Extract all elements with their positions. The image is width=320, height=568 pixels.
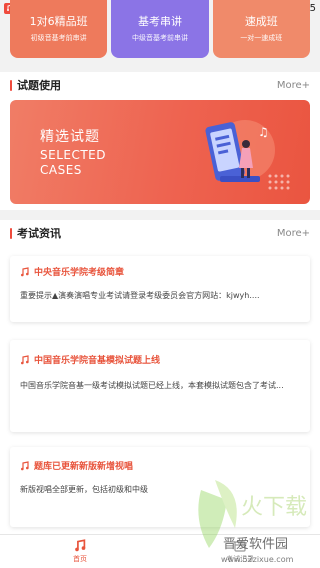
news-title: 题库已更新新版新增视唱 (34, 462, 134, 472)
music-note-icon (21, 460, 29, 470)
course-card-crash[interactable]: 速成班 一对一速成班 (212, 0, 310, 58)
phone-illustration-icon: ♫ (205, 120, 290, 190)
course-title: 速成班 (244, 15, 278, 28)
news-desc: 重要提示▲演奏演唱专业考试请登录考级委员会官方网站：kjwyh.... (20, 291, 260, 300)
questions-section-header: 试题使用 More+ (0, 72, 320, 98)
course-cards: 1对6精品班 初级音基考前串讲 基考串讲 中级音基考前串讲 速成班 一对一速成班 (10, 0, 310, 58)
watermark-url: www.52zixue.com (221, 555, 294, 564)
section-accent-bar (10, 79, 12, 91)
music-note-icon (21, 354, 29, 364)
section-accent-bar (10, 227, 12, 239)
music-note-icon (74, 539, 85, 552)
tab-home[interactable]: 首页 (0, 535, 160, 568)
tab-label: 首页 (73, 555, 87, 563)
course-subtitle: 一对一速成班 (240, 34, 283, 42)
watermark-brand: 晋爱软件园 (223, 537, 288, 552)
banner-subtitle-line2: CASES (40, 163, 82, 177)
section-title: 考试资讯 (17, 227, 61, 240)
news-desc: 中国音乐学院音基一级考试模拟试题已经上线，本套模拟试题包含了考试... (20, 381, 284, 390)
course-title: 1对6精品班 (29, 15, 88, 28)
news-more-link[interactable]: More+ (277, 228, 310, 239)
news-item[interactable]: 中央音乐学院考级简章 重要提示▲演奏演唱专业考试请登录考级委员会官方网站：kjw… (10, 256, 310, 322)
news-section-header: 考试资讯 More+ (0, 220, 320, 246)
questions-more-link[interactable]: More+ (277, 80, 310, 91)
news-title: 中国音乐学院音基模拟试题上线 (34, 356, 161, 366)
course-title: 基考串讲 (137, 15, 182, 28)
course-subtitle: 中级音基考前串讲 (131, 34, 188, 42)
course-subtitle: 初级音基考前串讲 (30, 34, 87, 42)
news-item[interactable]: 中国音乐学院音基模拟试题上线 中国音乐学院音基一级考试模拟试题已经上线，本套模拟… (10, 340, 310, 432)
banner-title: 精选试题 (40, 129, 100, 145)
section-title: 试题使用 (17, 79, 61, 92)
course-card-premium[interactable]: 1对6精品班 初级音基考前串讲 (10, 0, 108, 58)
selected-cases-banner[interactable]: 精选试题 SELECTED CASES ♫ (10, 100, 310, 204)
music-note-icon (21, 266, 29, 276)
banner-subtitle-line1: SELECTED (40, 148, 106, 162)
site-watermark-logo: 火下载 晋爱软件园 www.52zixue.com (198, 480, 307, 564)
news-title: 中央音乐学院考级简章 (34, 268, 125, 278)
svg-text:♫: ♫ (258, 125, 269, 139)
svg-text:火下载: 火下载 (241, 495, 307, 520)
course-card-review[interactable]: 基考串讲 中级音基考前串讲 (111, 0, 209, 58)
